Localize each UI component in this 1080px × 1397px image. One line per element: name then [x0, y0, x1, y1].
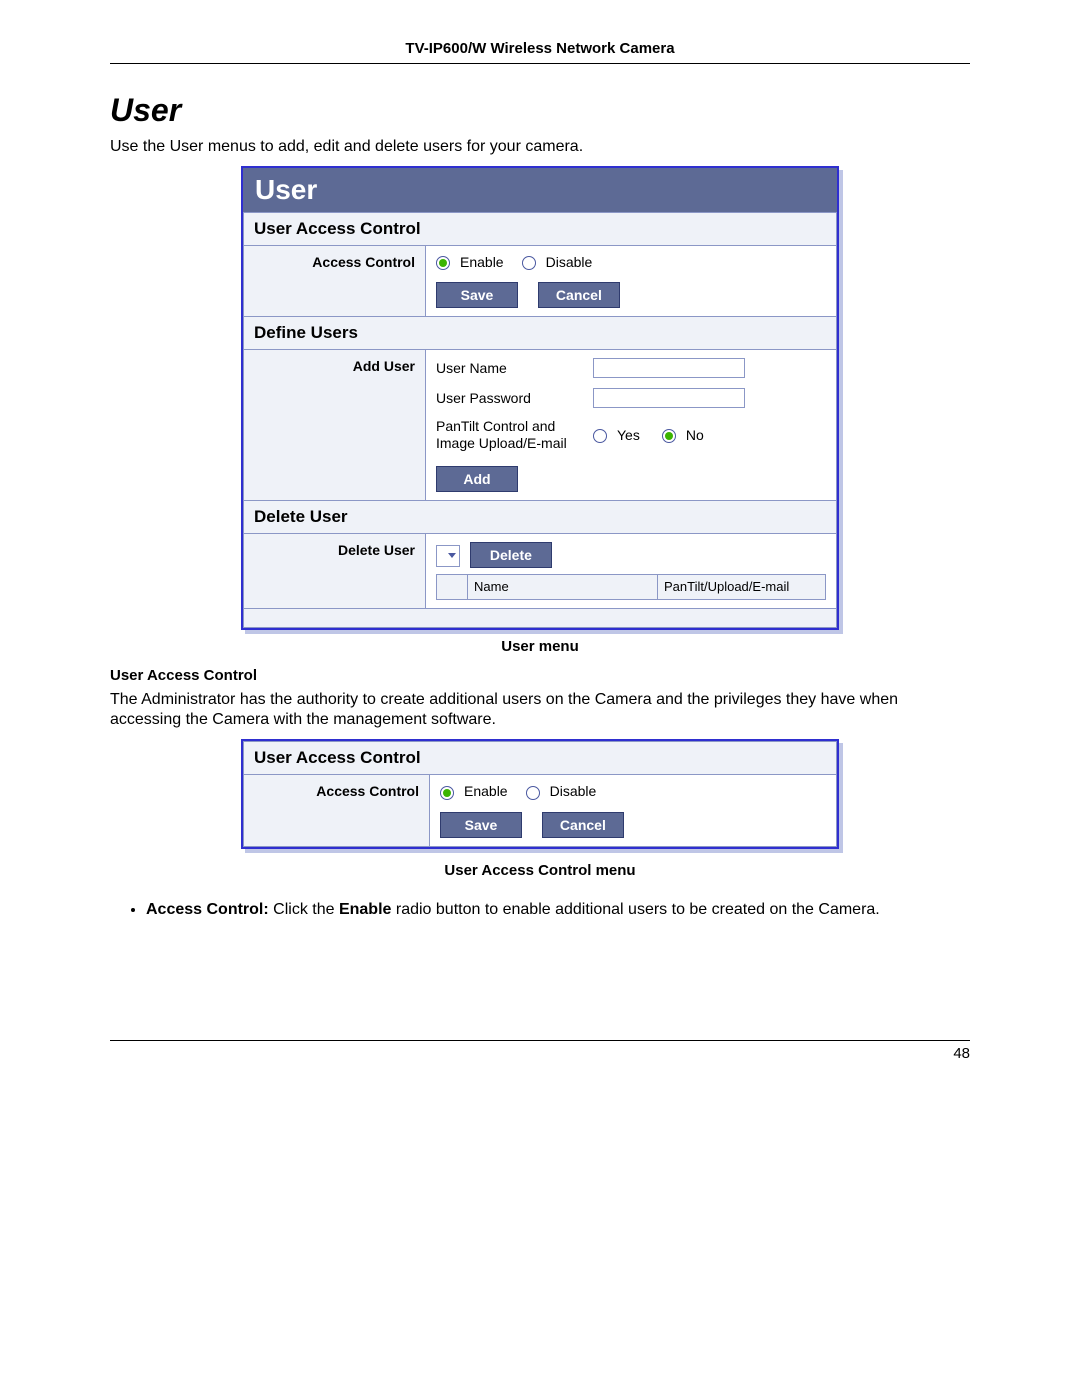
radio-no[interactable] — [662, 427, 680, 443]
label-username: User Name — [436, 360, 581, 376]
radio-enable2[interactable] — [440, 783, 458, 799]
section-header-uac: User Access Control — [244, 212, 837, 245]
radio-yes-label: Yes — [617, 427, 640, 443]
section-header-uac2: User Access Control — [244, 742, 837, 775]
radio-enable[interactable] — [436, 254, 454, 270]
user-menu-screenshot: User User Access Control Access Control … — [241, 166, 839, 630]
page-number: 48 — [110, 1040, 970, 1062]
col-header-name: Name — [468, 574, 658, 599]
radio-disable-label2: Disable — [550, 783, 597, 799]
doc-header: TV-IP600/W Wireless Network Camera — [110, 40, 970, 64]
delete-button[interactable]: Delete — [470, 542, 552, 568]
add-button[interactable]: Add — [436, 466, 518, 492]
intro-text: Use the User menus to add, edit and dele… — [110, 137, 970, 158]
label-add-user: Add User — [244, 350, 426, 501]
bullet-access-control: Access Control: Click the Enable radio b… — [146, 899, 970, 921]
section-title: User — [110, 92, 970, 129]
cancel-button[interactable]: Cancel — [538, 282, 620, 308]
radio-yes[interactable] — [593, 427, 611, 443]
panel-title: User — [243, 168, 837, 212]
label-access-control2: Access Control — [244, 775, 430, 846]
cancel-button2[interactable]: Cancel — [542, 812, 624, 838]
section-header-delete: Delete User — [244, 500, 837, 533]
radio-disable2[interactable] — [526, 783, 544, 799]
radio-enable-label2: Enable — [464, 783, 508, 799]
uac-screenshot: User Access Control Access Control Enabl… — [241, 739, 839, 848]
radio-no-label: No — [686, 427, 704, 443]
radio-disable-label: Disable — [546, 254, 593, 270]
section-header-define: Define Users — [244, 317, 837, 350]
radio-disable[interactable] — [522, 254, 540, 270]
label-pantilt: PanTilt Control and Image Upload/E-mail — [436, 418, 581, 452]
save-button[interactable]: Save — [436, 282, 518, 308]
label-delete-user: Delete User — [244, 533, 426, 608]
label-password: User Password — [436, 390, 581, 406]
save-button2[interactable]: Save — [440, 812, 522, 838]
select-user-dropdown[interactable] — [436, 545, 460, 567]
caption-uac-menu: User Access Control menu — [110, 862, 970, 879]
radio-enable-label: Enable — [460, 254, 504, 270]
col-header-pantilt: PanTilt/Upload/E-mail — [658, 574, 826, 599]
input-password[interactable] — [593, 388, 745, 408]
uac-description: The Administrator has the authority to c… — [110, 690, 970, 732]
subheading-uac: User Access Control — [110, 667, 970, 684]
input-username[interactable] — [593, 358, 745, 378]
caption-user-menu: User menu — [110, 638, 970, 655]
label-access-control: Access Control — [244, 245, 426, 316]
